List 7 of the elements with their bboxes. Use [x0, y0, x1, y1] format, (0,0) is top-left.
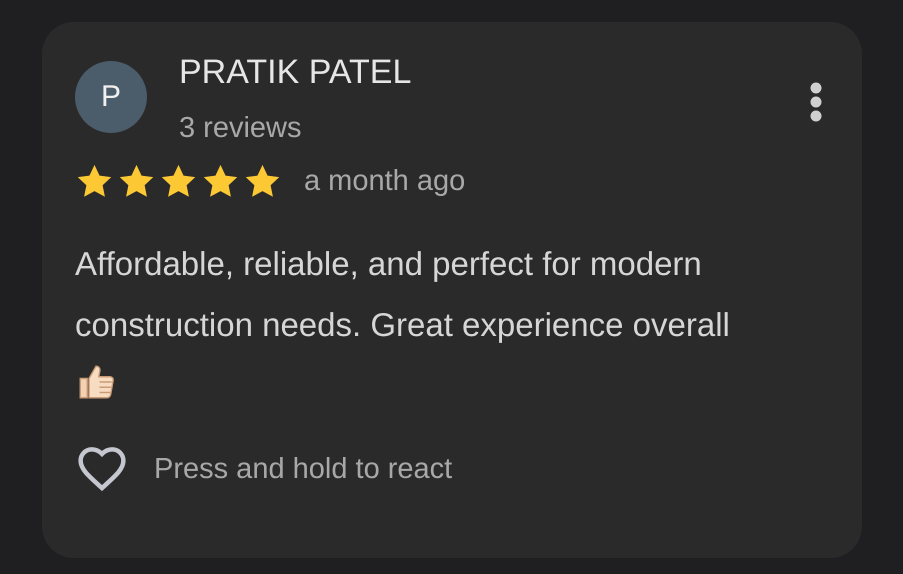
react-hint: Press and hold to react — [154, 452, 452, 486]
review-text: Affordable, reliable, and perfect for modern construction needs. Great experience overall — [75, 245, 730, 404]
review-time: a month ago — [304, 165, 466, 198]
review-count: 3 reviews — [179, 111, 302, 146]
more-options-icon[interactable] — [810, 82, 822, 122]
avatar[interactable]: P — [75, 61, 147, 133]
author-name[interactable]: PRATIK PATEL — [179, 50, 810, 94]
